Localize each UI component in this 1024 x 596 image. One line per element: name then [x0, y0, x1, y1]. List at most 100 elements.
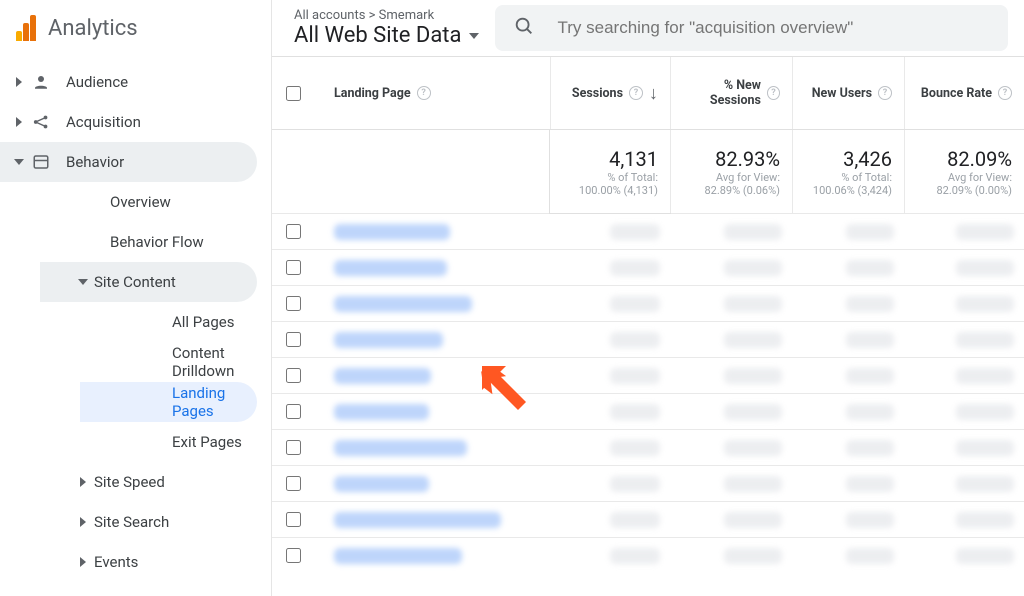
- sidebar-item-label: Behavior: [66, 153, 124, 171]
- total-sub1: % of Total:: [607, 171, 658, 184]
- sidebar-item-label: Exit Pages: [172, 433, 242, 451]
- sidebar-item-publisher[interactable]: Publisher: [40, 582, 271, 596]
- row-checkbox[interactable]: [286, 440, 301, 455]
- list-icon: [30, 153, 52, 171]
- sidebar-item-label: Audience: [66, 73, 128, 91]
- sidebar-item-overview[interactable]: Overview: [40, 182, 271, 222]
- table-row[interactable]: [272, 465, 1024, 501]
- sidebar-item-label: Landing Pages: [172, 384, 241, 420]
- table-row[interactable]: [272, 357, 1024, 393]
- total-sub2: 100.00% (4,131): [579, 184, 658, 197]
- sidebar-item-landing-pages[interactable]: Landing Pages: [80, 382, 257, 422]
- sidebar-item-behavior-flow[interactable]: Behavior Flow: [40, 222, 271, 262]
- th-label: % New Sessions: [677, 78, 761, 108]
- sidebar-item-label: Site Speed: [94, 473, 165, 491]
- total-sub2: 100.06% (3,424): [813, 184, 892, 197]
- row-checkbox[interactable]: [286, 296, 301, 311]
- sidebar-item-behavior[interactable]: Behavior: [0, 142, 257, 182]
- row-checkbox[interactable]: [286, 404, 301, 419]
- th-new-sessions[interactable]: % New Sessions ?: [670, 57, 792, 129]
- view-selector[interactable]: All Web Site Data: [294, 23, 479, 48]
- sidebar-item-all-pages[interactable]: All Pages: [80, 302, 271, 342]
- sidebar-item-exit-pages[interactable]: Exit Pages: [80, 422, 271, 462]
- sidebar-item-label: Content Drilldown: [172, 344, 255, 380]
- total-value: 82.09%: [947, 147, 1012, 171]
- th-label: Bounce Rate: [921, 86, 992, 101]
- sidebar-item-content-drilldown[interactable]: Content Drilldown: [80, 342, 271, 382]
- th-label: Sessions: [572, 86, 623, 101]
- table-row[interactable]: [272, 285, 1024, 321]
- account-picker[interactable]: All accounts > Smemark All Web Site Data: [294, 8, 479, 48]
- topbar: All accounts > Smemark All Web Site Data: [272, 0, 1024, 56]
- row-checkbox[interactable]: [286, 224, 301, 239]
- sidebar-item-events[interactable]: Events: [40, 542, 271, 582]
- help-icon[interactable]: ?: [767, 86, 780, 100]
- th-label: Landing Page: [334, 86, 411, 101]
- th-label: New Users: [812, 86, 872, 101]
- table-row[interactable]: [272, 501, 1024, 537]
- table-row[interactable]: [272, 213, 1024, 249]
- total-sub1: % of Total:: [841, 171, 892, 184]
- sidebar-item-acquisition[interactable]: Acquisition: [0, 102, 271, 142]
- main: All accounts > Smemark All Web Site Data…: [272, 0, 1024, 596]
- total-sub1: Avg for View:: [948, 171, 1012, 184]
- row-checkbox[interactable]: [286, 476, 301, 491]
- chevron-down-icon: [14, 159, 24, 165]
- breadcrumb: All accounts > Smemark: [294, 8, 479, 23]
- row-checkbox[interactable]: [286, 332, 301, 347]
- help-icon[interactable]: ?: [417, 86, 431, 100]
- search-input[interactable]: [555, 17, 990, 39]
- table-row[interactable]: [272, 321, 1024, 357]
- th-sessions[interactable]: Sessions ? ↓: [550, 57, 670, 129]
- th-new-users[interactable]: New Users ?: [792, 57, 904, 129]
- total-value: 82.93%: [715, 147, 780, 171]
- view-label: All Web Site Data: [294, 23, 461, 48]
- table-totals: 4,131 % of Total: 100.00% (4,131) 82.93%…: [272, 129, 1024, 213]
- row-checkbox[interactable]: [286, 512, 301, 527]
- th-landing-page[interactable]: Landing Page ?: [314, 57, 550, 129]
- chevron-down-icon: [78, 279, 88, 285]
- analytics-logo-icon: [16, 15, 36, 41]
- table-row[interactable]: [272, 429, 1024, 465]
- sidebar-item-label: Overview: [110, 193, 171, 211]
- brand[interactable]: Analytics: [0, 0, 271, 56]
- help-icon[interactable]: ?: [998, 86, 1012, 100]
- chevron-right-icon: [78, 477, 88, 487]
- row-checkbox[interactable]: [286, 368, 301, 383]
- chevron-right-icon: [78, 557, 88, 567]
- sidebar-item-label: Site Content: [94, 273, 176, 291]
- select-all-checkbox[interactable]: [286, 86, 301, 101]
- chevron-right-icon: [14, 117, 24, 127]
- sidebar-item-label: Events: [94, 553, 138, 571]
- sidebar-item-audience[interactable]: Audience: [0, 62, 271, 102]
- sidebar: Analytics Audience: [0, 0, 272, 596]
- row-checkbox[interactable]: [286, 260, 301, 275]
- total-sub2: 82.89% (0.06%): [704, 184, 780, 197]
- sidebar-item-label: Acquisition: [66, 113, 141, 131]
- table-row[interactable]: [272, 537, 1024, 573]
- sidebar-item-label: All Pages: [172, 313, 234, 331]
- person-icon: [30, 73, 52, 91]
- total-new-users: 3,426 % of Total: 100.06% (3,424): [792, 130, 904, 213]
- app-root: Analytics Audience: [0, 0, 1024, 596]
- total-sub2: 82.09% (0.00%): [936, 184, 1012, 197]
- select-all-cell: [272, 83, 314, 104]
- search-icon: [513, 15, 535, 41]
- sidebar-item-site-content[interactable]: Site Content: [40, 262, 257, 302]
- help-icon[interactable]: ?: [878, 86, 892, 100]
- brand-name: Analytics: [48, 16, 138, 41]
- table-row[interactable]: [272, 393, 1024, 429]
- sidebar-item-site-search[interactable]: Site Search: [40, 502, 271, 542]
- total-new-sessions: 82.93% Avg for View: 82.89% (0.06%): [670, 130, 792, 213]
- help-icon[interactable]: ?: [629, 86, 643, 100]
- total-sessions: 4,131 % of Total: 100.00% (4,131): [550, 130, 670, 213]
- table-row[interactable]: [272, 249, 1024, 285]
- sidebar-item-label: Behavior Flow: [110, 233, 204, 251]
- total-sub1: Avg for View:: [716, 171, 780, 184]
- sidebar-item-site-speed[interactable]: Site Speed: [40, 462, 271, 502]
- sort-desc-icon: ↓: [649, 83, 658, 104]
- row-checkbox[interactable]: [286, 548, 301, 563]
- th-bounce-rate[interactable]: Bounce Rate ?: [904, 57, 1024, 129]
- search-bar[interactable]: [495, 5, 1008, 51]
- chevron-right-icon: [14, 77, 24, 87]
